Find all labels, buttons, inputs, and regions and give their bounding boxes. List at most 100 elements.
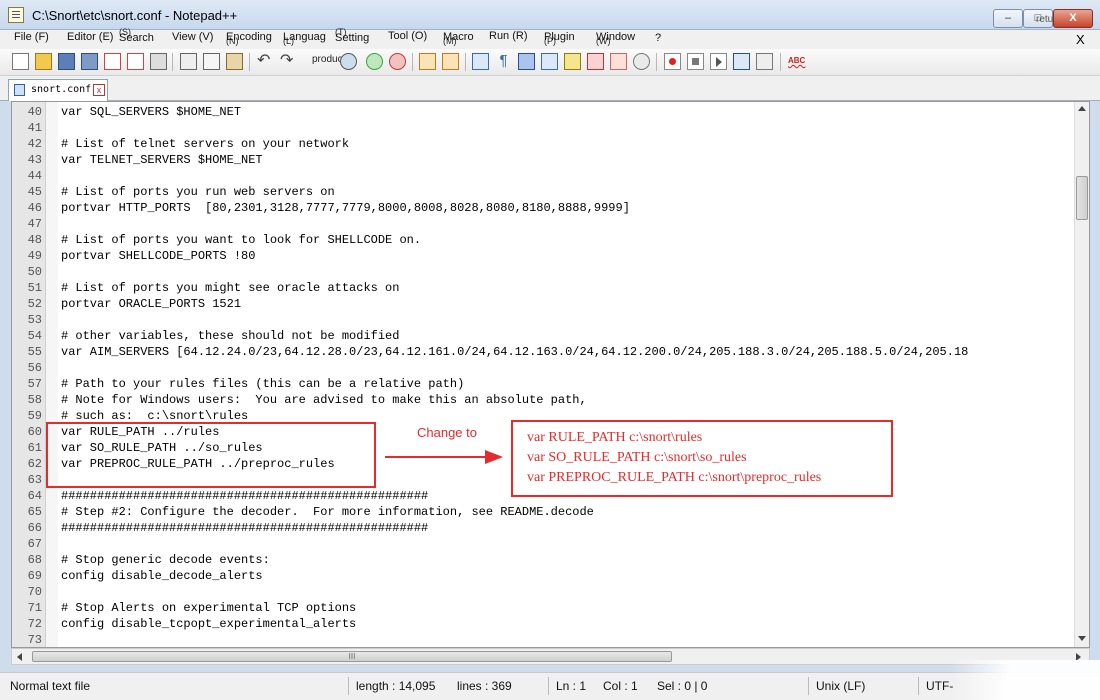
run-multiple-macro-icon[interactable] [733,53,750,70]
zoom-out-icon[interactable] [389,53,406,70]
code-line[interactable]: 65 # Step #2: Configure the decoder. For … [12,504,1074,520]
code-line[interactable]: 40 var SQL_SERVERS $HOME_NET [12,104,1074,120]
menu-help[interactable]: ? [655,32,661,44]
monitor-icon[interactable] [610,53,627,70]
horizontal-scroll-thumb[interactable]: III [32,651,672,662]
menu-file[interactable]: File (F) [14,31,49,43]
cut-icon[interactable] [180,53,197,70]
code-line[interactable]: 50 [12,264,1074,280]
code-line[interactable]: 45 # List of ports you run web servers on [12,184,1074,200]
menu-tool[interactable]: Tool (O) [388,30,427,42]
save-all-icon[interactable] [81,53,98,70]
sync-v-icon[interactable] [419,53,436,70]
code-line[interactable]: 67 [12,536,1074,552]
line-number: 67 [27,537,42,551]
code-line[interactable]: 43 var TELNET_SERVERS $HOME_NET [12,152,1074,168]
save-macro-icon[interactable] [756,53,773,70]
menu-plugin[interactable]: Plugin [544,31,575,43]
undo-icon[interactable]: ↶ [257,53,274,70]
close-icon[interactable] [104,53,121,70]
line-number: 70 [27,585,42,599]
save-icon[interactable] [58,53,75,70]
tab-close-icon[interactable]: x [93,84,105,96]
close-all-icon[interactable] [127,53,144,70]
code-text: portvar ORACLE_PORTS 1521 [61,297,242,311]
sync-h-icon[interactable] [442,53,459,70]
line-number: 63 [27,473,42,487]
menu-view[interactable]: View (V) [172,31,213,43]
code-line[interactable]: 66 ######################################… [12,520,1074,536]
menu-window[interactable]: Window [596,31,635,43]
code-line[interactable]: 44 [12,168,1074,184]
print-icon[interactable] [150,53,167,70]
line-number: 66 [27,521,42,535]
folder-workspace-icon[interactable] [587,53,604,70]
code-line[interactable]: 41 [12,120,1074,136]
code-line[interactable]: 56 [12,360,1074,376]
code-line[interactable]: 55 var AIM_SERVERS [64.12.24.0/23,64.12.2… [12,344,1074,360]
stop-macro-icon[interactable] [687,53,704,70]
menu-language[interactable]: Languag [283,31,326,43]
find-icon[interactable] [340,53,357,70]
zoom-in-icon[interactable] [366,53,383,70]
scroll-left-icon[interactable] [17,653,22,661]
code-line[interactable]: 54 # other variables, these should not be… [12,328,1074,344]
code-line[interactable]: 71 # Stop Alerts on experimental TCP opti… [12,600,1074,616]
text-editor[interactable]: 40 var SQL_SERVERS $HOME_NET 41 42 # List of… [11,101,1090,648]
notepad-app-icon [8,7,24,23]
code-line[interactable]: 49 portvar SHELLCODE_PORTS !80 [12,248,1074,264]
code-text: ########################################… [61,489,429,503]
close-document-button[interactable]: X [1076,32,1085,47]
new-file-icon[interactable] [12,53,29,70]
redo-icon[interactable]: ↷ [280,53,297,70]
view-in-browser-icon[interactable] [633,53,650,70]
code-line[interactable]: 42 # List of telnet servers on your netwo… [12,136,1074,152]
scroll-up-icon[interactable] [1078,106,1086,111]
tab-snort-conf[interactable]: snort.conf x [8,79,108,101]
line-number: 57 [27,377,42,391]
code-line[interactable]: 70 [12,584,1074,600]
change-to-label: Change to [417,425,477,440]
code-line[interactable]: 72 config disable_tcpopt_experimental_ale… [12,616,1074,632]
paste-icon[interactable] [226,53,243,70]
record-macro-icon[interactable] [664,53,681,70]
code-line[interactable]: 68 # Stop generic decode events: [12,552,1074,568]
doc-map-icon[interactable] [541,53,558,70]
all-chars-icon[interactable]: ¶ [495,53,512,70]
copy-icon[interactable] [203,53,220,70]
code-line[interactable]: 51 # List of ports you might see oracle a… [12,280,1074,296]
status-separator [548,677,549,695]
code-line[interactable]: 53 [12,312,1074,328]
vertical-scrollbar[interactable] [1074,102,1089,647]
code-line[interactable]: 52 portvar ORACLE_PORTS 1521 [12,296,1074,312]
code-line[interactable]: 69 config disable_decode_alerts [12,568,1074,584]
code-text: # Stop Alerts on experimental TCP option… [61,601,357,615]
open-file-icon[interactable] [35,53,52,70]
code-line[interactable]: 48 # List of ports you want to look for S… [12,232,1074,248]
minimize-button[interactable]: – [993,9,1023,28]
menu-editor[interactable]: Editor (E) [67,31,113,43]
indent-guide-icon[interactable] [518,53,535,70]
menu-search[interactable]: Search [119,32,154,44]
menu-setting[interactable]: Setting [335,32,369,44]
menu-macro[interactable]: Macro [443,31,474,43]
code-line[interactable]: 46 portvar HTTP_PORTS [80,2301,3128,7777,… [12,200,1074,216]
code-line[interactable]: 73 [12,632,1074,647]
play-macro-icon[interactable] [710,53,727,70]
line-number: 51 [27,281,42,295]
line-number: 62 [27,457,42,471]
wrap-icon[interactable] [472,53,489,70]
vertical-scroll-thumb[interactable] [1076,176,1088,220]
menu-encoding[interactable]: Encoding [226,31,272,43]
code-line[interactable]: 47 [12,216,1074,232]
function-list-icon[interactable] [564,53,581,70]
code-line[interactable]: 58 # Note for Windows users: You are advi… [12,392,1074,408]
code-text: ########################################… [61,521,429,535]
line-number: 55 [27,345,42,359]
menu-run[interactable]: Run (R) [489,30,528,42]
code-line[interactable]: 57 # Path to your rules files (this can b… [12,376,1074,392]
horizontal-scrollbar[interactable]: III [11,648,1090,665]
close-window-button[interactable]: X [1053,9,1093,28]
spellcheck-icon[interactable]: ABC [788,53,810,70]
scroll-down-icon[interactable] [1078,636,1086,641]
